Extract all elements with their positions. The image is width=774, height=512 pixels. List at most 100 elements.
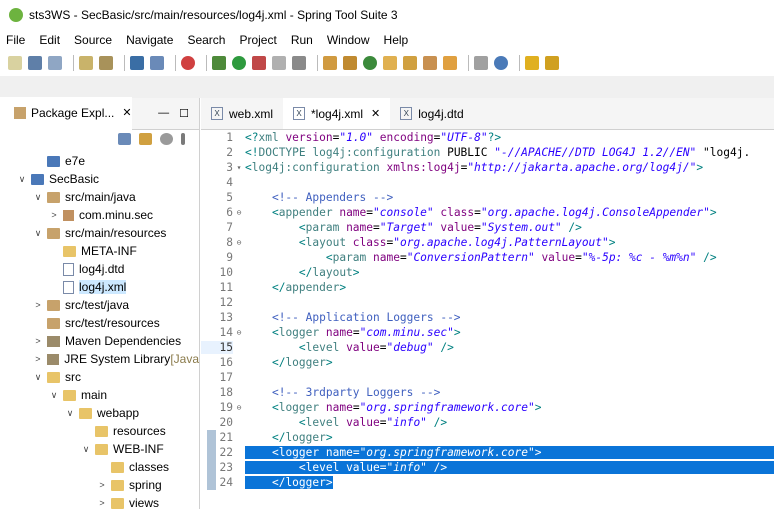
annotation-icon[interactable] (443, 56, 457, 70)
tree-item[interactable]: ∨ src/main/java (0, 188, 199, 206)
code-line[interactable]: 2 <!DOCTYPE log4j:configuration PUBLIC "-… (201, 145, 774, 160)
open-type-icon[interactable] (383, 56, 397, 70)
tree-item[interactable]: > JRE System Library [Java (0, 350, 199, 368)
expanded-chevron-icon[interactable]: ∨ (80, 444, 92, 455)
expanded-chevron-icon[interactable]: ∨ (32, 228, 44, 239)
save-all-icon[interactable] (48, 56, 62, 70)
collapsed-chevron-icon[interactable]: > (32, 354, 44, 364)
prev-annotation-icon[interactable] (545, 56, 559, 70)
spring-boot-icon[interactable] (181, 56, 195, 70)
link-with-editor-icon[interactable] (139, 133, 152, 145)
run-icon[interactable] (232, 56, 246, 70)
collapse-all-icon[interactable] (118, 133, 131, 145)
code-line[interactable]: 1 <?xml version="1.0" encoding="UTF-8"?> (201, 130, 774, 145)
tree-item[interactable]: > Maven Dependencies (0, 332, 199, 350)
expanded-chevron-icon[interactable]: ∨ (16, 174, 28, 185)
code-line[interactable]: 5 <!-- Appenders --> (201, 190, 774, 205)
code-line[interactable]: 19 ⊖ <logger name="org.springframework.co… (201, 400, 774, 415)
tree-item[interactable]: ∨ main (0, 386, 199, 404)
tree-item[interactable]: ∨ SecBasic (0, 170, 199, 188)
expanded-chevron-icon[interactable]: ∨ (32, 192, 44, 203)
fold-toggle-icon[interactable]: ▾ (233, 163, 245, 172)
build-icon[interactable] (79, 56, 93, 70)
tree-item[interactable]: log4j.xml (0, 278, 199, 296)
search-icon[interactable] (150, 56, 164, 70)
open-task-icon[interactable] (99, 56, 113, 70)
tree-item[interactable]: log4j.dtd (0, 260, 199, 278)
code-line[interactable]: 3 ▾ <log4j:configuration xmlns:log4j="http… (201, 160, 774, 175)
open-resource-icon[interactable] (403, 56, 417, 70)
menu-project[interactable]: Project (233, 33, 284, 47)
pin-icon[interactable] (474, 56, 488, 70)
save-icon[interactable] (28, 56, 42, 70)
collapsed-chevron-icon[interactable]: > (96, 480, 108, 490)
refresh-icon[interactable] (363, 56, 377, 70)
tree-item[interactable]: ∨ src (0, 368, 199, 386)
new-package-icon[interactable] (323, 56, 337, 70)
tree-item[interactable]: resources (0, 422, 199, 440)
web-browser-icon[interactable] (494, 56, 508, 70)
next-annotation-icon[interactable] (525, 56, 539, 70)
minimize-icon[interactable]: — (158, 107, 169, 120)
code-line[interactable]: 16 </logger> (201, 355, 774, 370)
view-menu-icon[interactable] (181, 133, 185, 145)
new-icon[interactable] (8, 56, 22, 70)
code-line[interactable]: 17 (201, 370, 774, 385)
menu-source[interactable]: Source (68, 33, 120, 47)
menu-edit[interactable]: Edit (33, 33, 68, 47)
expanded-chevron-icon[interactable]: ∨ (48, 390, 60, 401)
code-line[interactable]: 23 <level value="info" /> (201, 460, 774, 475)
tree-item[interactable]: > src/test/java (0, 296, 199, 314)
tree-item[interactable]: META-INF (0, 242, 199, 260)
tree-item[interactable]: e7e (0, 152, 199, 170)
code-line[interactable]: 13 <!-- Application Loggers --> (201, 310, 774, 325)
code-area[interactable]: 1 <?xml version="1.0" encoding="UTF-8"?> 2… (201, 130, 774, 490)
code-line[interactable]: 10 </layout> (201, 265, 774, 280)
menu-navigate[interactable]: Navigate (120, 33, 181, 47)
console-icon[interactable] (130, 56, 144, 70)
code-line[interactable]: 22 <logger name="org.springframework.cor… (201, 445, 774, 460)
menu-help[interactable]: Help (378, 33, 417, 47)
code-line[interactable]: 4 (201, 175, 774, 190)
tab-package-explorer[interactable]: Package Expl... ✕ (0, 97, 132, 130)
code-line[interactable]: 12 (201, 295, 774, 310)
code-line[interactable]: 24 </logger> (201, 475, 774, 490)
fold-toggle-icon[interactable]: ⊖ (233, 208, 245, 217)
new-class-icon[interactable] (343, 56, 357, 70)
tree-item[interactable]: classes (0, 458, 199, 476)
code-line[interactable]: 18 <!-- 3rdparty Loggers --> (201, 385, 774, 400)
code-line[interactable]: 14 ⊖ <logger name="com.minu.sec"> (201, 325, 774, 340)
code-line[interactable]: 20 <level value="info" /> (201, 415, 774, 430)
collapsed-chevron-icon[interactable]: > (48, 210, 60, 220)
code-line[interactable]: 21 </logger> (201, 430, 774, 445)
menu-search[interactable]: Search (181, 33, 233, 47)
code-line[interactable]: 7 <param name="Target" value="System.out… (201, 220, 774, 235)
tree-item[interactable]: > views (0, 494, 199, 512)
editor-tab[interactable]: Xweb.xml (201, 98, 283, 129)
fold-toggle-icon[interactable]: ⊖ (233, 238, 245, 247)
collapsed-chevron-icon[interactable]: > (32, 336, 44, 346)
collapsed-chevron-icon[interactable]: > (32, 300, 44, 310)
tree-item[interactable]: ∨ src/main/resources (0, 224, 199, 242)
collapsed-chevron-icon[interactable]: > (96, 498, 108, 508)
expanded-chevron-icon[interactable]: ∨ (32, 372, 44, 383)
stop-icon[interactable] (272, 56, 286, 70)
code-line[interactable]: 6 ⊖ <appender name="console" class="org.a… (201, 205, 774, 220)
close-icon[interactable]: ✕ (371, 107, 380, 120)
code-line[interactable]: 11 </appender> (201, 280, 774, 295)
editor-tab[interactable]: Xlog4j.dtd (390, 98, 473, 129)
close-icon[interactable]: ✕ (122, 106, 131, 119)
tree-item[interactable]: > spring (0, 476, 199, 494)
code-line[interactable]: 9 <param name="ConversionPattern" value=… (201, 250, 774, 265)
menu-run[interactable]: Run (285, 33, 321, 47)
editor-tab[interactable]: X *log4j.xml ✕ (283, 98, 391, 129)
tree-item[interactable]: ∨ webapp (0, 404, 199, 422)
maximize-icon[interactable]: ☐ (179, 107, 189, 120)
fold-toggle-icon[interactable]: ⊖ (233, 328, 245, 337)
code-line[interactable]: 15 <level value="debug" /> (201, 340, 774, 355)
tree-item[interactable]: src/test/resources (0, 314, 199, 332)
toggle-mark-icon[interactable] (423, 56, 437, 70)
expanded-chevron-icon[interactable]: ∨ (64, 408, 76, 419)
menu-file[interactable]: File (0, 33, 33, 47)
code-line[interactable]: 8 ⊖ <layout class="org.apache.log4j.Patte… (201, 235, 774, 250)
